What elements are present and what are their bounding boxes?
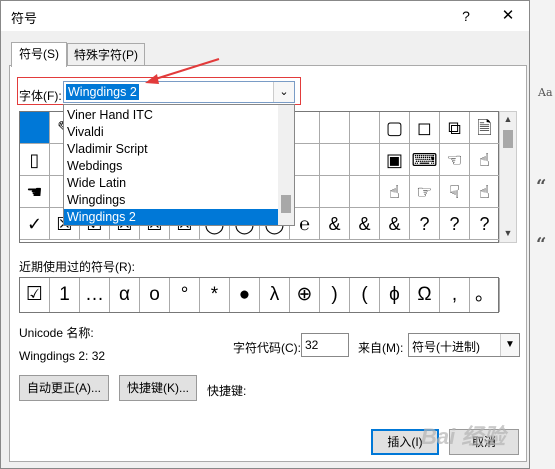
font-list-item[interactable]: Wingdings: [64, 192, 278, 209]
unicode-name-value: Wingdings 2: 32: [19, 349, 106, 363]
scroll-down-icon[interactable]: ▼: [500, 228, 516, 238]
recent-symbol-cell[interactable]: *: [200, 278, 230, 312]
recent-symbol-cell[interactable]: 。: [470, 278, 500, 312]
recent-symbol-cell[interactable]: λ: [260, 278, 290, 312]
symbol-cell[interactable]: ?: [470, 208, 500, 240]
recent-symbol-cell[interactable]: ϕ: [380, 278, 410, 312]
symbol-cell[interactable]: ☝: [470, 176, 500, 208]
symbol-cell[interactable]: ▢: [380, 112, 410, 144]
watermark: Bai 经验: [421, 424, 506, 449]
symbol-cell[interactable]: [320, 112, 350, 144]
font-list-item[interactable]: Vivaldi: [64, 124, 278, 141]
symbol-cell[interactable]: [350, 176, 380, 208]
grid-scrollbar[interactable]: ▲ ▼: [499, 111, 517, 243]
symbol-cell[interactable]: ☟: [440, 176, 470, 208]
character-code-label: 字符代码(C):: [233, 341, 301, 355]
list-scrollbar[interactable]: [278, 105, 294, 225]
recent-symbol-cell[interactable]: Ω: [410, 278, 440, 312]
background-text-fragment: “: [536, 234, 547, 255]
symbol-cell[interactable]: ◻: [410, 112, 440, 144]
help-button[interactable]: ?: [456, 6, 476, 26]
symbol-cell[interactable]: [350, 144, 380, 176]
recent-symbol-cell[interactable]: ): [320, 278, 350, 312]
font-list-item[interactable]: Webdings: [64, 158, 278, 175]
recent-symbol-cell[interactable]: ⊕: [290, 278, 320, 312]
symbol-cell[interactable]: &: [380, 208, 410, 240]
font-list-item[interactable]: Vladimir Script: [64, 141, 278, 158]
symbol-cell[interactable]: &: [320, 208, 350, 240]
symbol-cell[interactable]: ▣: [380, 144, 410, 176]
recent-symbol-cell[interactable]: ☑: [20, 278, 50, 312]
background-document: Aa “ “: [530, 0, 555, 469]
symbol-cell[interactable]: ☝: [380, 176, 410, 208]
symbol-cell[interactable]: [320, 176, 350, 208]
font-list-item[interactable]: Viner Hand ITC: [64, 107, 278, 124]
shortcut-key-label: 快捷键:: [207, 384, 247, 398]
autocorrect-button[interactable]: 自动更正(A)...: [19, 375, 109, 401]
scroll-thumb[interactable]: [503, 130, 513, 148]
symbol-cell[interactable]: [320, 144, 350, 176]
symbol-cell[interactable]: ☚: [20, 176, 50, 208]
scroll-thumb[interactable]: [281, 195, 291, 213]
recent-symbol-cell[interactable]: ●: [230, 278, 260, 312]
recent-symbol-cell[interactable]: (: [350, 278, 380, 312]
unicode-name-label: Unicode 名称:: [19, 326, 94, 340]
symbol-cell[interactable]: ⌨: [410, 144, 440, 176]
symbol-cell[interactable]: ?: [410, 208, 440, 240]
shortcut-key-button[interactable]: 快捷键(K)...: [119, 375, 197, 401]
symbol-cell[interactable]: ☞: [410, 176, 440, 208]
font-dropdown-list: Viner Hand ITC Vivaldi Vladimir Script W…: [63, 104, 295, 226]
background-text-fragment: “: [536, 176, 547, 197]
symbol-cell[interactable]: ✓: [20, 208, 50, 240]
character-code-input[interactable]: 32: [301, 333, 349, 357]
recent-symbol-cell[interactable]: ,: [440, 278, 470, 312]
recent-symbol-cell[interactable]: …: [80, 278, 110, 312]
symbol-cell[interactable]: 🗎: [470, 112, 500, 144]
close-button[interactable]: ✕: [496, 6, 520, 26]
recent-symbol-cell[interactable]: ο: [140, 278, 170, 312]
font-list-item[interactable]: Wide Latin: [64, 175, 278, 192]
font-list-item-selected[interactable]: Wingdings 2: [64, 209, 278, 225]
from-select-value: 符号(十进制): [412, 340, 480, 354]
tab-symbols[interactable]: 符号(S): [11, 42, 67, 67]
annotation-arrow-icon: [145, 58, 220, 84]
recent-symbol-cell[interactable]: 1: [50, 278, 80, 312]
symbol-cell[interactable]: ?: [440, 208, 470, 240]
background-text-fragment: Aa: [538, 86, 553, 99]
dialog-title: 符号: [11, 11, 38, 26]
recent-symbol-cell[interactable]: °: [170, 278, 200, 312]
scroll-up-icon[interactable]: ▲: [500, 114, 516, 124]
chevron-down-icon[interactable]: ▼: [500, 334, 519, 356]
recent-symbol-cell[interactable]: α: [110, 278, 140, 312]
title-bar: 符号 ? ✕: [1, 1, 529, 31]
recent-symbols-label: 近期使用过的符号(R):: [19, 260, 135, 274]
symbol-cell[interactable]: [350, 112, 380, 144]
symbol-cell-selected[interactable]: [20, 112, 50, 144]
from-select[interactable]: 符号(十进制) ▼: [408, 333, 520, 357]
tab-special-characters[interactable]: 特殊字符(P): [67, 43, 145, 66]
symbol-cell[interactable]: ☜: [440, 144, 470, 176]
symbol-cell[interactable]: ☝: [470, 144, 500, 176]
symbol-cell[interactable]: ⧉: [440, 112, 470, 144]
symbol-cell[interactable]: ▯: [20, 144, 50, 176]
symbol-dialog: 符号 ? ✕ 符号(S) 特殊字符(P) 字体(F): Wingdings 2 …: [0, 0, 530, 469]
recent-symbols: ☑ 1… α ο ° * ● λ ⊕)(ϕ Ω,。: [19, 277, 500, 313]
symbol-cell[interactable]: &: [350, 208, 380, 240]
from-label: 来自(M):: [358, 341, 404, 355]
